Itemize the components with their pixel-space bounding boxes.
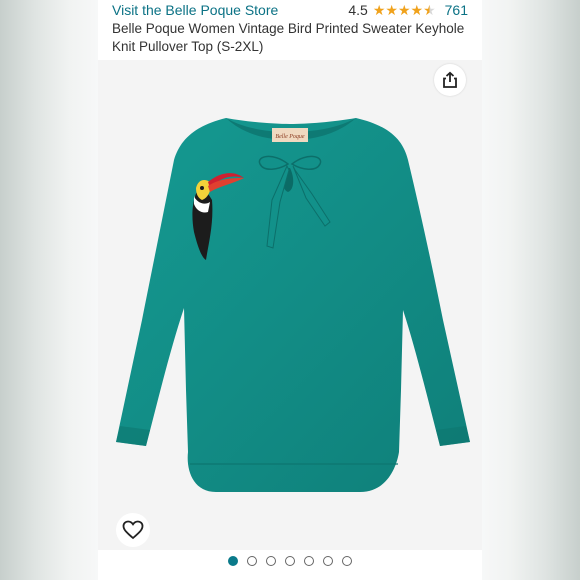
- sweater-image: Belle Poque: [116, 118, 470, 492]
- star-icon: ★: [397, 2, 411, 18]
- rating[interactable]: 4.5 ★ ★ ★ ★ ★ 761: [348, 2, 468, 18]
- carousel-dot-4[interactable]: [285, 556, 295, 566]
- star-icon: ★: [372, 2, 386, 18]
- carousel-dot-5[interactable]: [304, 556, 314, 566]
- star-icon: ★: [385, 2, 398, 18]
- rating-count[interactable]: 761: [445, 2, 468, 18]
- star-icon: ★: [410, 2, 424, 18]
- carousel-dot-7[interactable]: [342, 556, 352, 566]
- carousel-dot-1[interactable]: [228, 556, 238, 566]
- product-image[interactable]: Belle Poque: [98, 60, 482, 550]
- product-card: Visit the Belle Poque Store 4.5 ★ ★ ★ ★ …: [98, 0, 482, 580]
- product-title: Belle Poque Women Vintage Bird Printed S…: [112, 21, 465, 54]
- rating-value: 4.5: [348, 2, 368, 18]
- star-rating: ★ ★ ★ ★ ★: [373, 3, 436, 17]
- carousel-dot-6[interactable]: [323, 556, 333, 566]
- heart-icon: [122, 520, 144, 540]
- half-star-icon: ★: [423, 2, 436, 18]
- share-icon: [443, 71, 457, 88]
- product-header: Visit the Belle Poque Store 4.5 ★ ★ ★ ★ …: [98, 0, 482, 60]
- brand-label: Belle Poque: [275, 134, 304, 140]
- carousel-dot-3[interactable]: [266, 556, 276, 566]
- carousel-indicators: [98, 556, 482, 566]
- share-button[interactable]: [434, 64, 466, 96]
- favorite-button[interactable]: [116, 513, 150, 547]
- carousel-dot-2[interactable]: [247, 556, 257, 566]
- sweater-body: [116, 118, 470, 492]
- store-link[interactable]: Visit the Belle Poque Store: [112, 2, 278, 18]
